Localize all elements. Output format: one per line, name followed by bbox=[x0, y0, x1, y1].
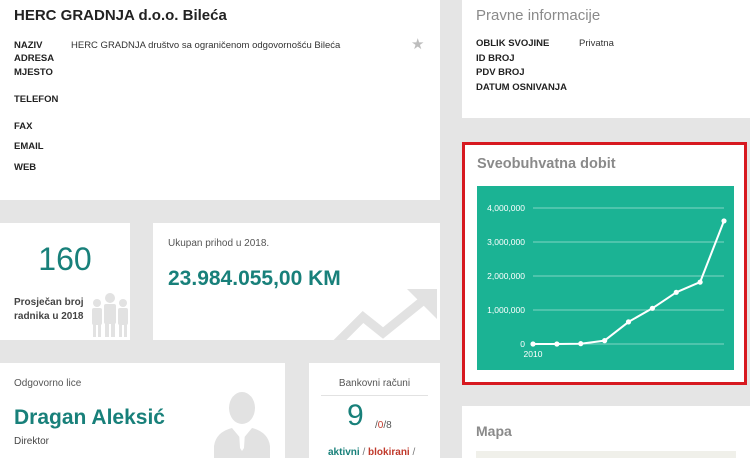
trend-up-icon bbox=[333, 289, 437, 340]
bank-divider bbox=[321, 395, 428, 396]
field-label-mjesto: MJESTO bbox=[14, 67, 53, 78]
revenue-label: Ukupan prihod u 2018. bbox=[168, 238, 270, 249]
x-tick-label: 2010 bbox=[524, 349, 543, 359]
map-preview[interactable] bbox=[476, 451, 736, 458]
data-point[interactable] bbox=[578, 341, 584, 347]
people-icon bbox=[92, 293, 128, 337]
field-label-naziv: NAZIV bbox=[14, 40, 43, 51]
responsible-person-card: Odgovorno lice Dragan Aleksić Direktor bbox=[0, 363, 285, 458]
legal-label-pdv-broj: PDV BROJ bbox=[476, 67, 525, 78]
company-title: HERC GRADNJA d.o.o. Bileća bbox=[14, 7, 227, 24]
series-line bbox=[532, 219, 725, 345]
legal-label-oblik-svojine: OBLIK SVOJINE bbox=[476, 38, 550, 49]
bank-accounts-card: Bankovni računi 9 /0/8 aktivni / blokira… bbox=[309, 363, 440, 458]
y-tick-label: 2,000,000 bbox=[487, 271, 525, 281]
data-point[interactable] bbox=[554, 341, 560, 347]
employee-count: 160 bbox=[38, 241, 92, 277]
data-point[interactable] bbox=[649, 305, 655, 311]
field-label-telefon: TELEFON bbox=[14, 94, 59, 105]
legal-value-oblik-svojine: Privatna bbox=[579, 38, 614, 49]
bank-active-count: 9 bbox=[347, 399, 364, 432]
revenue-amount: 23.984.055,00 KM bbox=[168, 267, 341, 290]
employee-count-label: Prosječan broj radnika u 2018 bbox=[14, 297, 84, 322]
data-point[interactable] bbox=[721, 218, 727, 224]
y-tick-label: 3,000,000 bbox=[487, 237, 525, 247]
legend-active-link[interactable]: aktivni bbox=[328, 447, 360, 458]
y-tick-label: 1,000,000 bbox=[487, 305, 525, 315]
legal-title: Pravne informacije bbox=[476, 7, 601, 24]
data-point[interactable] bbox=[673, 289, 679, 295]
comprehensive-income-chart-card: Sveobuhvatna dobit 0 1,000,000 2,000,000 3,… bbox=[462, 142, 747, 385]
legal-info-card: Pravne informacije OBLIK SVOJINE Privatn… bbox=[462, 0, 750, 118]
data-point[interactable] bbox=[625, 319, 632, 325]
legend-sep: / bbox=[362, 447, 366, 458]
legend-sep-2: / bbox=[412, 447, 416, 458]
responsible-person-label: Odgovorno lice bbox=[14, 378, 82, 389]
bank-total-count: 8 bbox=[386, 420, 392, 431]
person-silhouette-icon bbox=[214, 392, 270, 458]
revenue-card: Ukupan prihod u 2018. 23.984.055,00 KM bbox=[153, 223, 440, 340]
y-tick-label: 4,000,000 bbox=[487, 203, 525, 213]
field-label-fax: FAX bbox=[14, 121, 33, 132]
data-point[interactable] bbox=[530, 341, 536, 347]
field-label-web: WEB bbox=[14, 162, 37, 173]
chart-title: Sveobuhvatna dobit bbox=[477, 156, 616, 172]
field-label-email: EMAIL bbox=[14, 141, 44, 152]
map-card: Mapa bbox=[462, 406, 750, 458]
favorite-star-icon[interactable]: ★ bbox=[411, 37, 424, 52]
income-line-chart: 0 1,000,000 2,000,000 3,000,000 4,000,000 20… bbox=[487, 203, 727, 359]
data-point[interactable] bbox=[697, 279, 703, 285]
responsible-person-role: Direktor bbox=[14, 436, 50, 447]
field-label-adresa: ADRESA bbox=[14, 53, 55, 64]
legal-label-id-broj: ID BROJ bbox=[476, 53, 515, 64]
legal-label-datum-osnivanja: DATUM OSNIVANJA bbox=[476, 82, 567, 93]
y-tick-label: 0 bbox=[520, 339, 525, 349]
bank-legend: aktivni / blokirani / bbox=[328, 447, 415, 458]
map-title: Mapa bbox=[476, 423, 512, 439]
company-info-card: HERC GRADNJA d.o.o. Bileća ★ NAZIV HERC … bbox=[0, 0, 440, 200]
bank-accounts-label: Bankovni računi bbox=[338, 378, 411, 389]
employees-card: 160 Prosječan broj radnika u 2018 bbox=[0, 223, 130, 340]
legend-blocked-link[interactable]: blokirani bbox=[368, 447, 410, 458]
bank-counts-detail: /0/8 bbox=[375, 420, 392, 431]
field-value-naziv: HERC GRADNJA društvo sa ograničenom odgo… bbox=[71, 40, 341, 51]
chart-area: 0 1,000,000 2,000,000 3,000,000 4,000,000 20… bbox=[477, 186, 734, 370]
data-point[interactable] bbox=[602, 338, 608, 344]
responsible-person-name[interactable]: Dragan Aleksić bbox=[14, 406, 165, 430]
